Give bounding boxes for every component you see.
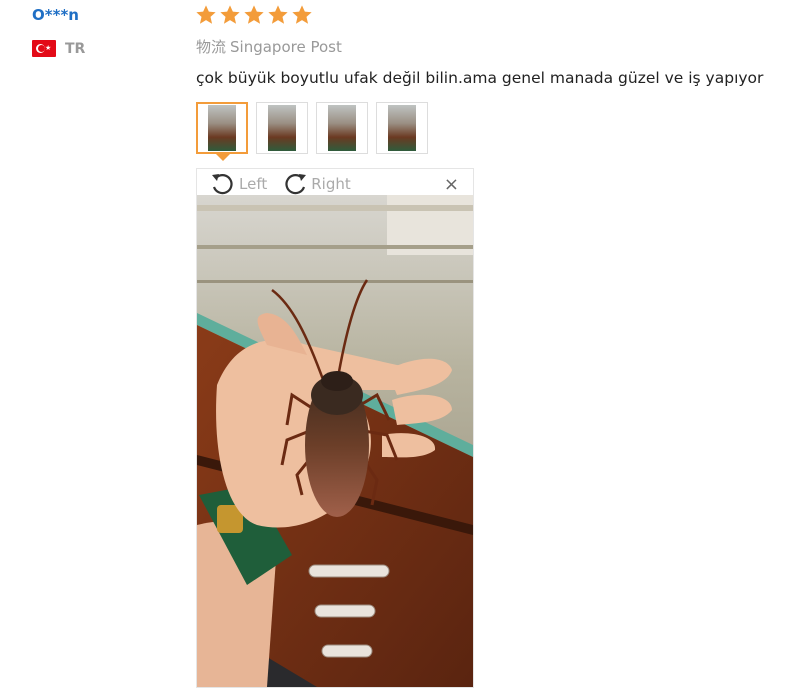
star-icon [244,5,264,24]
reviewer-username: O***n [32,6,79,24]
star-icon [292,5,312,24]
rotate-right-button[interactable]: Right [281,171,351,197]
close-icon[interactable]: × [444,174,459,195]
star-icon [268,5,288,24]
review-thumbnail[interactable] [316,102,368,154]
review-thumbnails [196,102,428,154]
logistics-label: 物流 [196,38,227,56]
review-text: çok büyük boyutlu ufak değil bilin.ama g… [196,69,764,87]
logistics-info: 物流 Singapore Post [196,36,342,57]
review-photo [197,195,473,687]
rotate-right-label: Right [311,175,351,193]
review-thumbnail[interactable] [256,102,308,154]
rotate-left-icon [212,174,233,195]
country-code: TR [65,40,86,57]
review-thumbnail[interactable] [376,102,428,154]
review-thumbnail[interactable] [196,102,248,154]
star-icon [196,5,216,24]
rotate-left-button[interactable]: Left [209,171,267,197]
rotate-left-label: Left [239,175,268,193]
rating-stars [195,4,313,26]
logistics-value: Singapore Post [230,38,342,56]
active-thumbnail-pointer [216,154,230,161]
reviewer-country: ★ TR [32,40,85,57]
star-icon [220,5,240,24]
viewer-controls: Left Right [209,171,365,197]
rotate-right-icon [285,174,307,195]
flag-turkey-icon: ★ [32,40,56,57]
image-viewer: Left Right × [196,168,474,688]
